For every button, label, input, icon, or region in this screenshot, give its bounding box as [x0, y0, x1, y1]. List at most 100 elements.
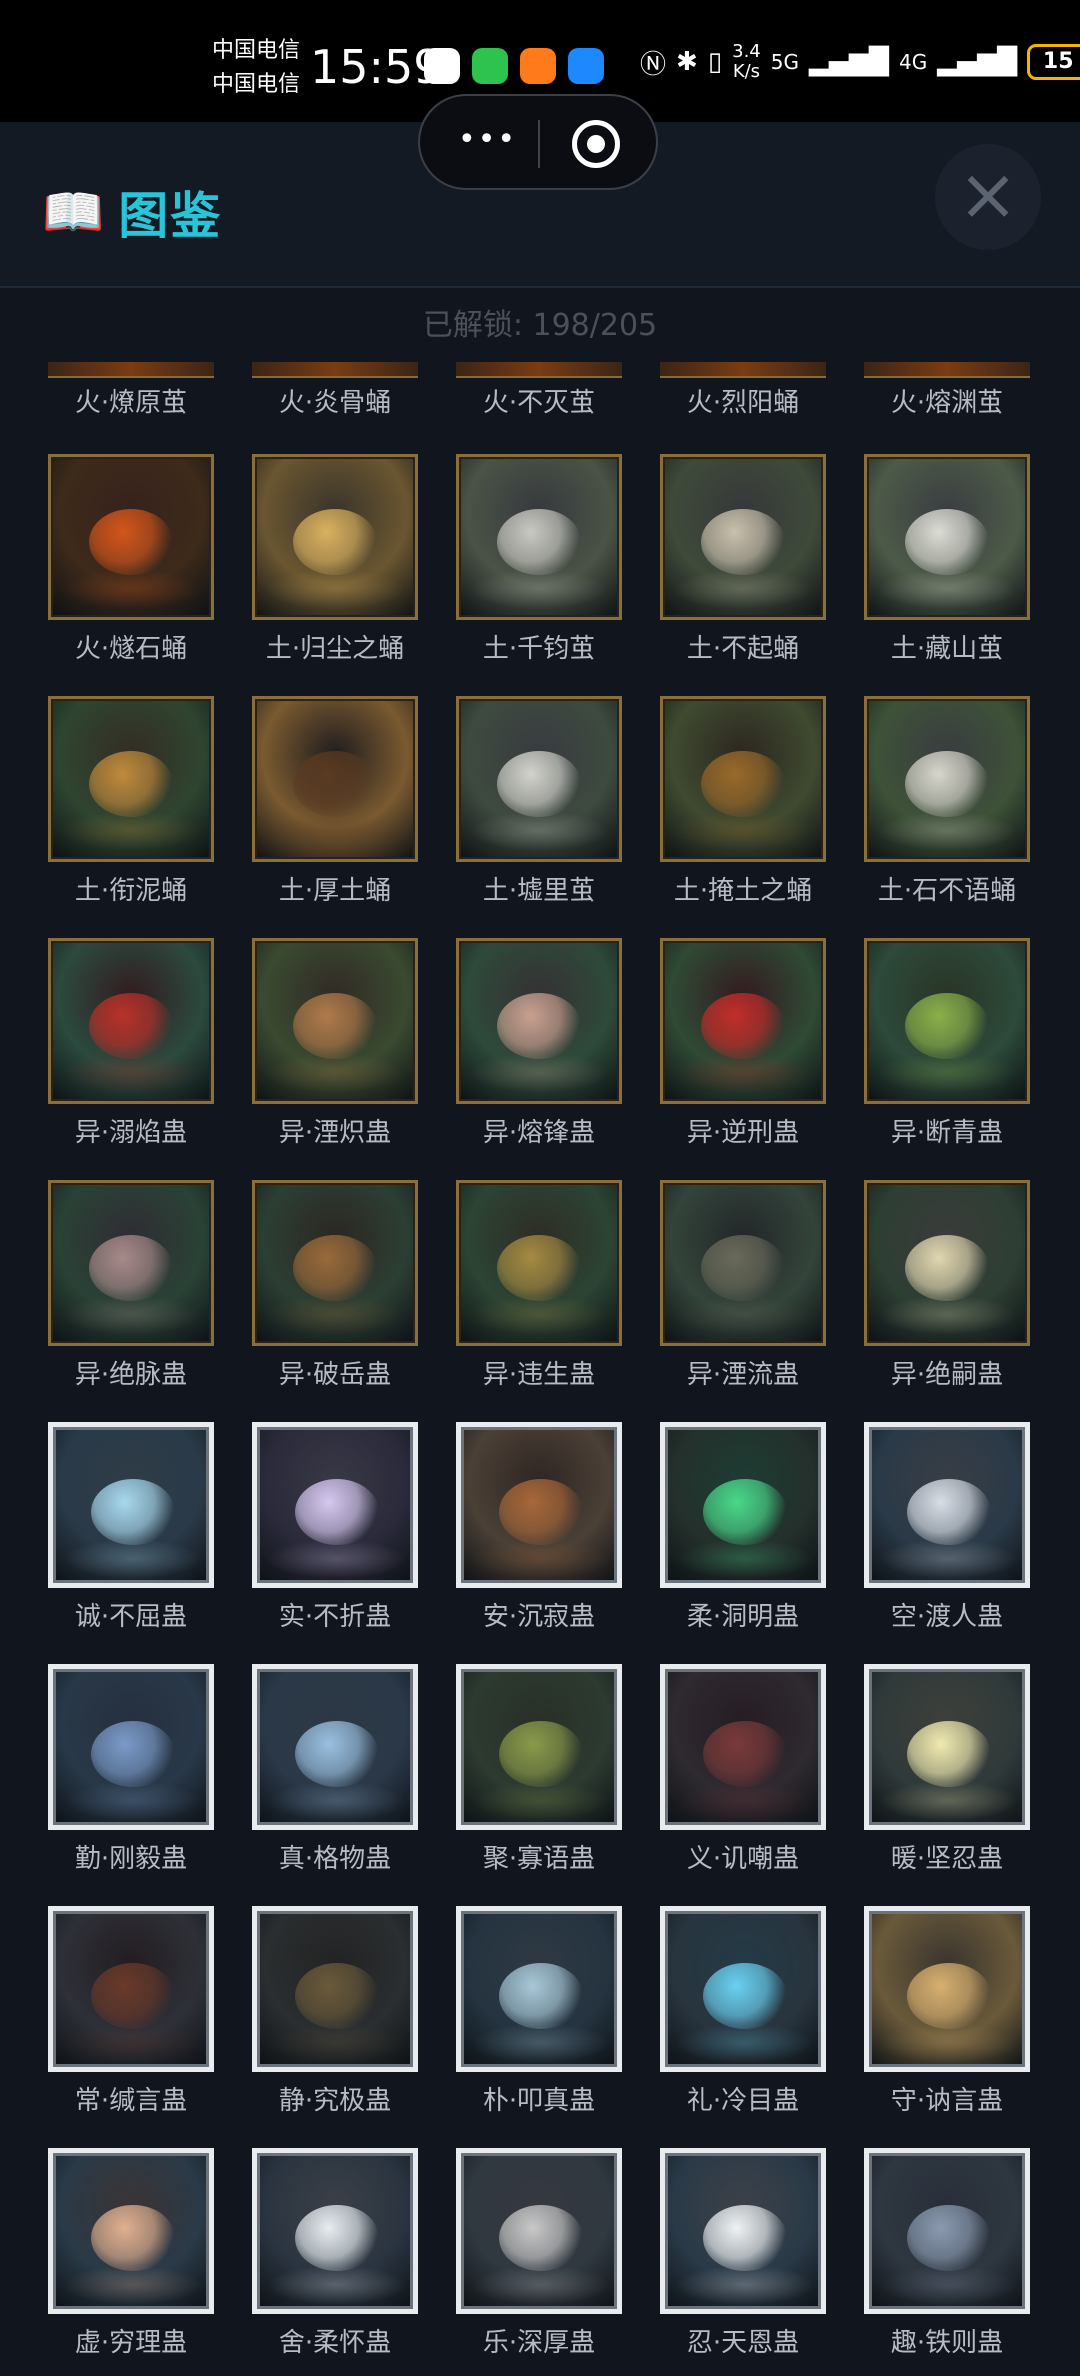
- creature-image[interactable]: [660, 454, 826, 620]
- creature-image[interactable]: [252, 696, 418, 862]
- collection-card[interactable]: 勤·刚毅蛊: [48, 1664, 218, 1875]
- creature-image[interactable]: [252, 1664, 418, 1830]
- collection-card[interactable]: 空·渡人蛊: [864, 1422, 1034, 1633]
- collection-card[interactable]: 忍·天恩蛊: [660, 2148, 830, 2359]
- card-image-partial[interactable]: [456, 362, 622, 378]
- creature-image[interactable]: [864, 696, 1030, 862]
- collection-card[interactable]: 异·湮炽蛊: [252, 938, 422, 1149]
- creature-image[interactable]: [456, 1906, 622, 2072]
- close-miniprogram-button[interactable]: [572, 120, 620, 168]
- collection-card[interactable]: 礼·冷目蛊: [660, 1906, 830, 2117]
- creature-figure: [499, 1479, 583, 1545]
- creature-image[interactable]: [660, 1422, 826, 1588]
- collection-card[interactable]: 土·衔泥蛹: [48, 696, 218, 907]
- creature-image[interactable]: [864, 1906, 1030, 2072]
- collection-card[interactable]: 土·掩土之蛹: [660, 696, 830, 907]
- collection-card[interactable]: 守·讷言蛊: [864, 1906, 1034, 2117]
- card-label: 火·不灭茧: [482, 388, 596, 418]
- collection-card[interactable]: 实·不折蛊: [252, 1422, 422, 1633]
- collection-card[interactable]: 异·湮流蛊: [660, 1180, 830, 1391]
- creature-image[interactable]: [456, 696, 622, 862]
- creature-image[interactable]: [864, 1180, 1030, 1346]
- collection-card[interactable]: 异·逆刑蛊: [660, 938, 830, 1149]
- creature-figure: [497, 509, 581, 575]
- creature-image[interactable]: [660, 696, 826, 862]
- collection-card[interactable]: 异·违生蛊: [456, 1180, 626, 1391]
- collection-card[interactable]: 土·厚土蛹: [252, 696, 422, 907]
- close-button[interactable]: ×: [935, 144, 1041, 250]
- creature-image[interactable]: [48, 1422, 214, 1588]
- collection-card[interactable]: 安·沉寂蛊: [456, 1422, 626, 1633]
- creature-image[interactable]: [252, 2148, 418, 2314]
- collection-card[interactable]: 常·缄言蛊: [48, 1906, 218, 2117]
- creature-image[interactable]: [660, 938, 826, 1104]
- card-label: 诚·不屈蛊: [74, 1602, 188, 1632]
- creature-image[interactable]: [252, 1422, 418, 1588]
- collection-card[interactable]: 土·墟里茧: [456, 696, 626, 907]
- collection-card[interactable]: 静·究极蛊: [252, 1906, 422, 2117]
- collection-card[interactable]: 虚·穷理蛊: [48, 2148, 218, 2359]
- unlock-count: 已解锁: 198/205: [422, 308, 658, 343]
- collection-card[interactable]: 土·千钧茧: [456, 454, 626, 665]
- collection-card[interactable]: 火·燧石蛹: [48, 454, 218, 665]
- card-image-partial[interactable]: [864, 362, 1030, 378]
- collection-grid[interactable]: 火·燎原茧 火·炎骨蛹 火·不灭茧 火·烈阳蛹 火·熔渊茧 火·燧石蛹 土·归尘之蛹 土·千钧…: [0, 362, 1080, 2376]
- creature-image[interactable]: [252, 1906, 418, 2072]
- creature-image[interactable]: [48, 938, 214, 1104]
- creature-image[interactable]: [456, 1422, 622, 1588]
- collection-card[interactable]: 诚·不屈蛊: [48, 1422, 218, 1633]
- collection-card[interactable]: 异·断青蛊: [864, 938, 1034, 1149]
- collection-card[interactable]: 异·绝脉蛊: [48, 1180, 218, 1391]
- card-image-partial[interactable]: [48, 362, 214, 378]
- creature-image[interactable]: [48, 1664, 214, 1830]
- creature-image[interactable]: [252, 454, 418, 620]
- collection-card[interactable]: 土·藏山茧: [864, 454, 1034, 665]
- creature-image[interactable]: [48, 454, 214, 620]
- creature-image[interactable]: [456, 2148, 622, 2314]
- collection-card[interactable]: 聚·寡语蛊: [456, 1664, 626, 1875]
- creature-image[interactable]: [456, 938, 622, 1104]
- battery-icon: 15: [1027, 44, 1080, 80]
- card-label: 乐·深厚蛊: [482, 2328, 596, 2358]
- creature-image[interactable]: [864, 1422, 1030, 1588]
- collection-card[interactable]: 柔·洞明蛊: [660, 1422, 830, 1633]
- creature-image[interactable]: [48, 1906, 214, 2072]
- creature-image[interactable]: [252, 1180, 418, 1346]
- ground-shadow: [471, 1781, 611, 1821]
- collection-card[interactable]: 真·格物蛊: [252, 1664, 422, 1875]
- creature-image[interactable]: [660, 2148, 826, 2314]
- collection-card[interactable]: 义·讥嘲蛊: [660, 1664, 830, 1875]
- creature-image[interactable]: [660, 1664, 826, 1830]
- collection-card[interactable]: 趣·铁则蛊: [864, 2148, 1034, 2359]
- collection-card[interactable]: 土·石不语蛹: [864, 696, 1034, 907]
- creature-image[interactable]: [660, 1906, 826, 2072]
- collection-card[interactable]: 异·破岳蛊: [252, 1180, 422, 1391]
- creature-image[interactable]: [456, 1180, 622, 1346]
- collection-card[interactable]: 暖·坚忍蛊: [864, 1664, 1034, 1875]
- collection-card[interactable]: 乐·深厚蛊: [456, 2148, 626, 2359]
- card-image-partial[interactable]: [660, 362, 826, 378]
- collection-card[interactable]: 土·不起蛹: [660, 454, 830, 665]
- creature-image[interactable]: [864, 938, 1030, 1104]
- creature-image[interactable]: [48, 696, 214, 862]
- creature-image[interactable]: [456, 454, 622, 620]
- creature-image[interactable]: [456, 1664, 622, 1830]
- creature-image[interactable]: [48, 1180, 214, 1346]
- ground-shadow: [877, 1295, 1017, 1335]
- creature-image[interactable]: [864, 454, 1030, 620]
- creature-image[interactable]: [864, 1664, 1030, 1830]
- creature-image[interactable]: [252, 938, 418, 1104]
- signal-1-icon: ▂▄▆█: [809, 47, 889, 77]
- creature-image[interactable]: [864, 2148, 1030, 2314]
- collection-card[interactable]: 朴·叩真蛊: [456, 1906, 626, 2117]
- more-options-button[interactable]: •••: [458, 125, 517, 155]
- collection-card[interactable]: 异·熔锋蛊: [456, 938, 626, 1149]
- card-label: 火·熔渊茧: [890, 388, 1004, 418]
- collection-card[interactable]: 异·绝嗣蛊: [864, 1180, 1034, 1391]
- collection-card[interactable]: 土·归尘之蛹: [252, 454, 422, 665]
- collection-card[interactable]: 舍·柔怀蛊: [252, 2148, 422, 2359]
- creature-image[interactable]: [660, 1180, 826, 1346]
- creature-image[interactable]: [48, 2148, 214, 2314]
- collection-card[interactable]: 异·溺焰蛊: [48, 938, 218, 1149]
- card-image-partial[interactable]: [252, 362, 418, 378]
